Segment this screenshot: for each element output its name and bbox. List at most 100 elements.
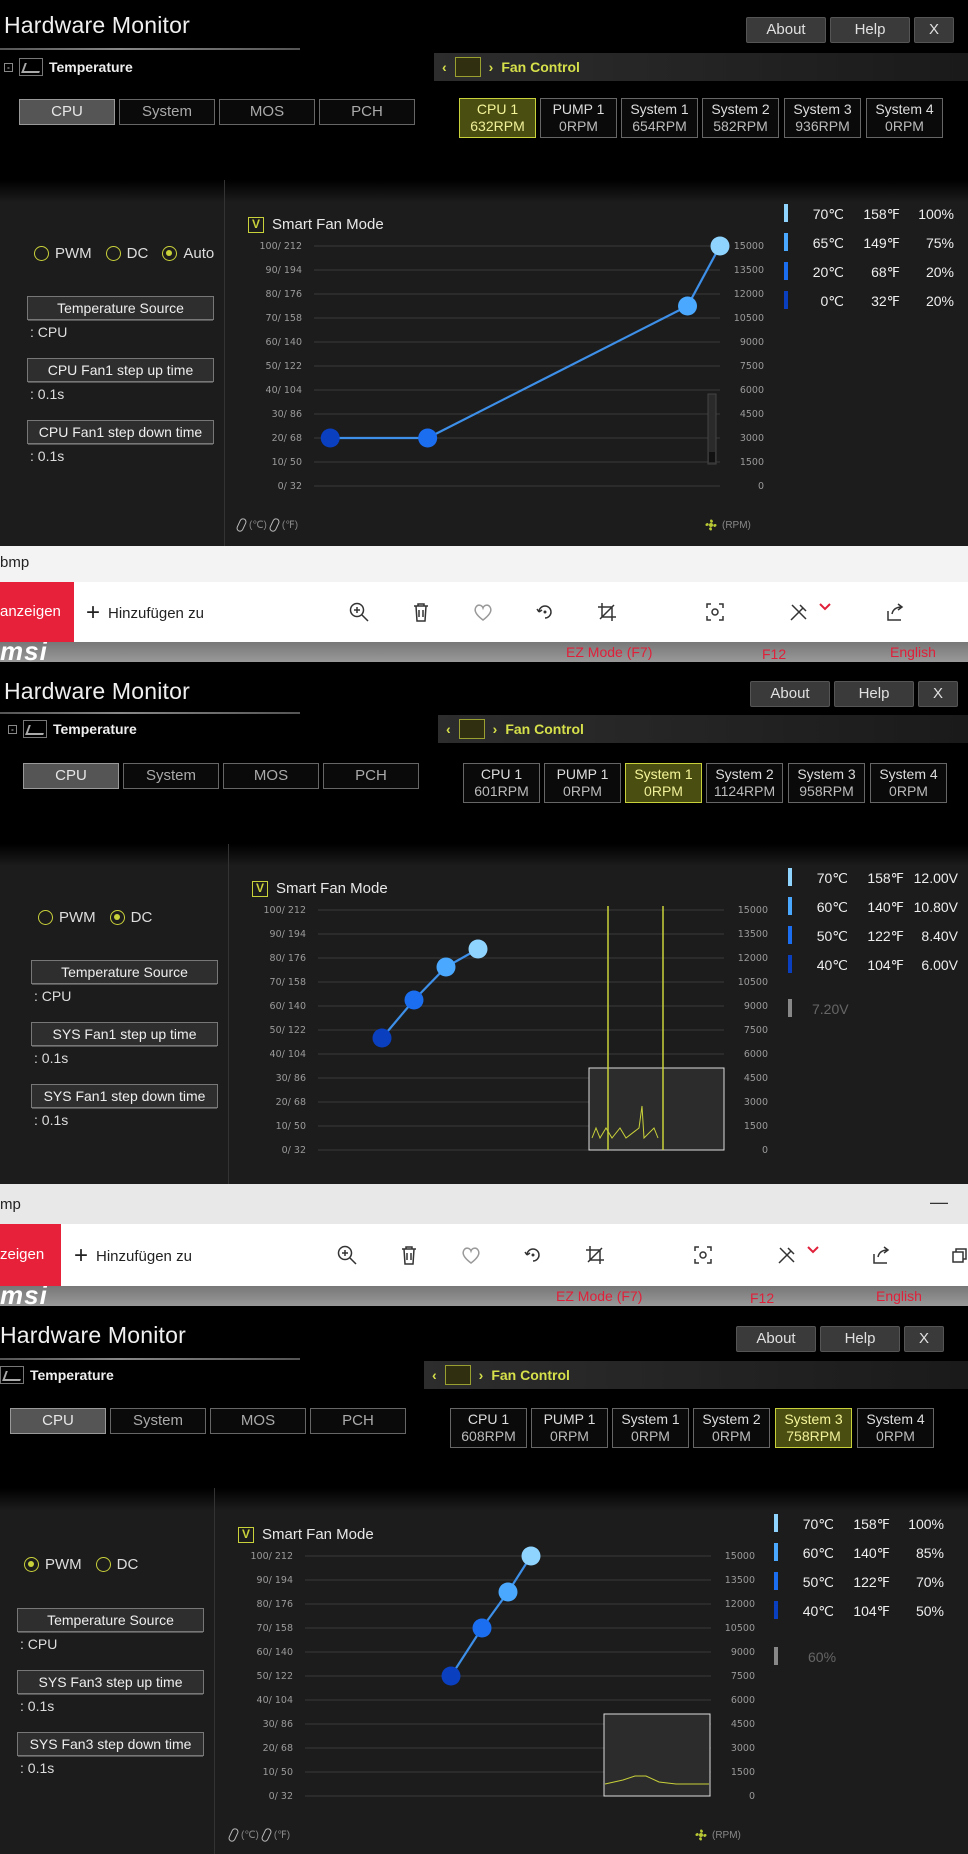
dc-radio[interactable] bbox=[109, 910, 125, 925]
fan-curve-chart[interactable]: 100/ 212 1500090/ 194 1350080/ 176 1200070/… bbox=[240, 236, 770, 502]
step-up-value[interactable]: : 0.1s bbox=[30, 386, 64, 402]
tab-cpu[interactable]: CPU bbox=[10, 1408, 106, 1434]
chevron-right-icon[interactable]: › bbox=[493, 721, 498, 737]
tab-pch[interactable]: PCH bbox=[319, 99, 415, 125]
tab-system[interactable]: System bbox=[119, 99, 215, 125]
close-button[interactable]: X bbox=[918, 681, 958, 707]
fan-tab-pump-1[interactable]: PUMP 1 0RPM bbox=[540, 98, 617, 138]
tab-mos[interactable]: MOS bbox=[210, 1408, 306, 1434]
auto-radio[interactable] bbox=[162, 246, 178, 261]
fan-tab-system-4[interactable]: System 4 0RPM bbox=[866, 98, 943, 138]
fan-tab-system-1[interactable]: System 1 0RPM bbox=[625, 763, 702, 803]
share-icon[interactable] bbox=[884, 601, 906, 623]
smart-fan-checkbox[interactable]: V bbox=[248, 216, 264, 233]
tab-mos[interactable]: MOS bbox=[223, 763, 319, 789]
fan-tab-system-4[interactable]: System 4 0RPM bbox=[857, 1408, 934, 1448]
tab-pch[interactable]: PCH bbox=[323, 763, 419, 789]
fan-tab-system-3[interactable]: System 3 758RPM bbox=[775, 1408, 852, 1448]
zoom-in-icon[interactable] bbox=[336, 1244, 358, 1266]
visual-search-icon[interactable] bbox=[704, 601, 726, 623]
temperature-source-value[interactable]: : CPU bbox=[30, 324, 67, 340]
fan-control-header[interactable]: ‹ › Fan Control bbox=[434, 53, 968, 81]
fan-tab-pump-1[interactable]: PUMP 1 0RPM bbox=[544, 763, 621, 803]
crop-icon[interactable] bbox=[584, 1244, 606, 1266]
temperature-source-value[interactable]: : CPU bbox=[34, 988, 71, 1004]
favorite-icon[interactable] bbox=[460, 1244, 482, 1266]
about-button[interactable]: About bbox=[746, 17, 826, 43]
tab-pch[interactable]: PCH bbox=[310, 1408, 406, 1434]
fan-tab-cpu-1[interactable]: CPU 1 632RPM bbox=[459, 98, 536, 138]
expand-icon[interactable]: - bbox=[4, 62, 13, 72]
y-tick-label-left: 100/ 212 bbox=[260, 241, 303, 252]
tab-system[interactable]: System bbox=[123, 763, 219, 789]
chevron-down-icon[interactable] bbox=[818, 599, 832, 613]
minimize-button[interactable]: — bbox=[930, 1192, 948, 1213]
close-button[interactable]: X bbox=[904, 1326, 944, 1352]
zoom-in-icon[interactable] bbox=[348, 601, 370, 623]
share-icon[interactable] bbox=[870, 1244, 892, 1266]
about-button[interactable]: About bbox=[750, 681, 830, 707]
fan-curve-chart[interactable]: 100/ 212 1500090/ 194 1350080/ 176 1200070/… bbox=[231, 1546, 761, 1812]
fan-tab-system-2[interactable]: System 2 582RPM bbox=[702, 98, 779, 138]
help-button[interactable]: Help bbox=[820, 1326, 900, 1352]
close-button[interactable]: X bbox=[914, 17, 954, 43]
step-up-value[interactable]: : 0.1s bbox=[34, 1050, 68, 1066]
dc-radio[interactable] bbox=[95, 1557, 111, 1572]
show-button[interactable]: zeigen bbox=[0, 1224, 61, 1286]
pwm-radio[interactable] bbox=[24, 1557, 39, 1572]
chevron-left-icon[interactable]: ‹ bbox=[432, 1367, 437, 1383]
add-to-button[interactable]: + Hinzufügen zu bbox=[86, 599, 204, 627]
tab-cpu[interactable]: CPU bbox=[23, 763, 119, 789]
crop-icon[interactable] bbox=[596, 601, 618, 623]
fan-tab-cpu-1[interactable]: CPU 1 608RPM bbox=[450, 1408, 527, 1448]
step-up-value[interactable]: : 0.1s bbox=[20, 1698, 54, 1714]
pwm-radio[interactable] bbox=[38, 910, 53, 925]
step-down-value[interactable]: : 0.1s bbox=[30, 448, 64, 464]
chevron-right-icon[interactable]: › bbox=[489, 59, 494, 75]
fan-tab-system-1[interactable]: System 1 654RPM bbox=[621, 98, 698, 138]
fan-tab-system-4[interactable]: System 4 0RPM bbox=[870, 763, 947, 803]
tab-system[interactable]: System bbox=[110, 1408, 206, 1434]
step-down-value[interactable]: : 0.1s bbox=[20, 1760, 54, 1776]
tab-mos[interactable]: MOS bbox=[219, 99, 315, 125]
chevron-left-icon[interactable]: ‹ bbox=[442, 59, 447, 75]
smart-fan-checkbox[interactable]: V bbox=[238, 1526, 254, 1543]
step-down-value[interactable]: : 0.1s bbox=[34, 1112, 68, 1128]
delete-icon[interactable] bbox=[398, 1244, 420, 1266]
more-icon[interactable] bbox=[952, 1244, 968, 1266]
smart-fan-checkbox[interactable]: V bbox=[252, 880, 268, 897]
chevron-right-icon[interactable]: › bbox=[479, 1367, 484, 1383]
visual-search-icon[interactable] bbox=[692, 1244, 714, 1266]
add-to-button[interactable]: + Hinzufügen zu bbox=[74, 1242, 192, 1270]
dc-radio[interactable] bbox=[105, 246, 121, 261]
edit-icon[interactable] bbox=[788, 601, 810, 623]
smart-fan-mode[interactable]: V Smart Fan Mode bbox=[238, 1526, 374, 1543]
chevron-down-icon[interactable] bbox=[806, 1242, 820, 1256]
fan-tab-cpu-1[interactable]: CPU 1 601RPM bbox=[463, 763, 540, 803]
fan-control-header[interactable]: ‹ › Fan Control bbox=[424, 1361, 968, 1389]
smart-fan-mode[interactable]: V Smart Fan Mode bbox=[252, 880, 388, 897]
fan-tab-system-3[interactable]: System 3 958RPM bbox=[788, 763, 865, 803]
tab-cpu[interactable]: CPU bbox=[19, 99, 115, 125]
smart-fan-mode[interactable]: V Smart Fan Mode bbox=[248, 216, 384, 233]
fan-tab-system-1[interactable]: System 1 0RPM bbox=[612, 1408, 689, 1448]
show-button[interactable]: anzeigen bbox=[0, 582, 74, 642]
rotate-icon[interactable] bbox=[534, 601, 556, 623]
pwm-radio[interactable] bbox=[34, 246, 49, 261]
expand-icon[interactable]: - bbox=[8, 724, 17, 734]
fan-tab-system-2[interactable]: System 2 1124RPM bbox=[706, 763, 783, 803]
help-button[interactable]: Help bbox=[830, 17, 910, 43]
fan-tab-pump-1[interactable]: PUMP 1 0RPM bbox=[531, 1408, 608, 1448]
temperature-source-value[interactable]: : CPU bbox=[20, 1636, 57, 1652]
fan-tab-system-3[interactable]: System 3 936RPM bbox=[784, 98, 861, 138]
edit-icon[interactable] bbox=[776, 1244, 798, 1266]
favorite-icon[interactable] bbox=[472, 601, 494, 623]
rotate-icon[interactable] bbox=[522, 1244, 544, 1266]
delete-icon[interactable] bbox=[410, 601, 432, 623]
help-button[interactable]: Help bbox=[834, 681, 914, 707]
fan-tab-system-2[interactable]: System 2 0RPM bbox=[693, 1408, 770, 1448]
about-button[interactable]: About bbox=[736, 1326, 816, 1352]
chevron-left-icon[interactable]: ‹ bbox=[446, 721, 451, 737]
fan-curve-chart[interactable]: 100/ 212 1500090/ 194 1350080/ 176 1200070/… bbox=[244, 905, 774, 1166]
fan-control-header[interactable]: ‹ › Fan Control bbox=[438, 715, 968, 743]
